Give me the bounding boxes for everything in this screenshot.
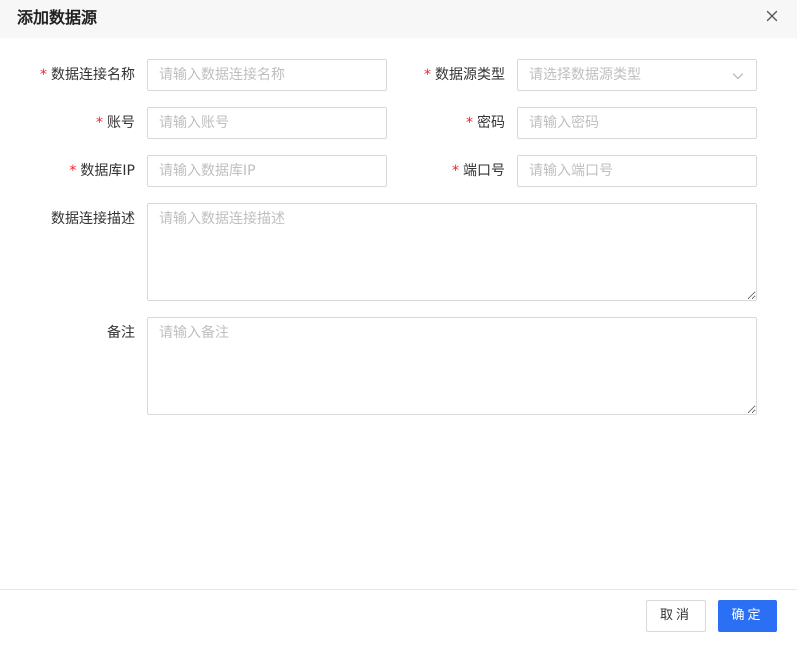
- port-label-text: 端口号: [463, 163, 505, 179]
- description-textarea[interactable]: [147, 203, 757, 301]
- required-mark: *: [424, 67, 431, 83]
- remark-label: 备注: [107, 323, 135, 343]
- db-ip-input[interactable]: [147, 155, 387, 187]
- port-label: * 端口号: [452, 161, 505, 181]
- chevron-down-icon: [732, 73, 744, 80]
- port-input[interactable]: [517, 155, 757, 187]
- connection-name-label-text: 数据连接名称: [51, 67, 135, 83]
- password-label: * 密码: [466, 113, 505, 133]
- remark-textarea[interactable]: [147, 317, 757, 415]
- close-icon[interactable]: [763, 7, 781, 25]
- required-mark: *: [69, 163, 77, 179]
- confirm-button[interactable]: 确定: [718, 600, 777, 632]
- connection-name-input[interactable]: [147, 59, 387, 91]
- description-label-text: 数据连接描述: [51, 211, 135, 227]
- source-type-label: * 数据源类型: [424, 65, 505, 85]
- account-input[interactable]: [147, 107, 387, 139]
- required-mark: *: [96, 115, 103, 131]
- connection-name-label: * 数据连接名称: [40, 65, 135, 85]
- account-label-text: 账号: [107, 115, 135, 131]
- add-datasource-dialog: 添加数据源 *数据连接名称 *数据源类型 请选择数据源类型 *账号 *密码 *数…: [0, 0, 797, 653]
- required-mark: *: [452, 163, 459, 179]
- source-type-select[interactable]: 请选择数据源类型: [517, 59, 757, 91]
- remark-label-text: 备注: [107, 325, 135, 341]
- source-type-placeholder: 请选择数据源类型: [529, 67, 641, 83]
- cancel-button[interactable]: 取消: [646, 600, 706, 632]
- required-mark: *: [466, 115, 473, 131]
- password-label-text: 密码: [477, 115, 505, 131]
- close-icon-glyph: [766, 10, 778, 22]
- description-label: 数据连接描述: [51, 209, 135, 229]
- password-input[interactable]: [517, 107, 757, 139]
- required-mark: *: [40, 67, 47, 83]
- account-label: * 账号: [96, 113, 135, 133]
- footer-divider: [0, 589, 797, 590]
- dialog-header: 添加数据源: [0, 0, 797, 38]
- source-type-label-text: 数据源类型: [435, 67, 505, 83]
- dialog-title: 添加数据源: [17, 8, 98, 27]
- db-ip-label: * 数据库IP: [69, 161, 135, 181]
- db-ip-label-text: 数据库IP: [80, 163, 135, 179]
